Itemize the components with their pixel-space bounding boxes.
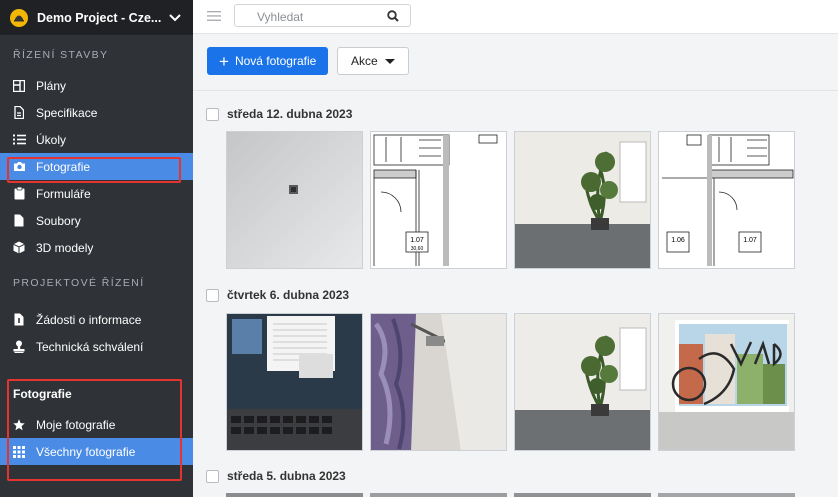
group-date: středa 5. dubna 2023 bbox=[227, 469, 346, 483]
plans-icon bbox=[12, 79, 26, 93]
actions-label: Akce bbox=[351, 54, 378, 68]
search-icon[interactable] bbox=[387, 10, 399, 25]
photo-thumbnail[interactable] bbox=[370, 493, 507, 497]
new-photo-button[interactable]: + Nová fotografie bbox=[207, 47, 328, 75]
project-name: Demo Project - Cze... bbox=[37, 10, 162, 25]
sidebar-item-forms[interactable]: Formuláře bbox=[0, 180, 193, 207]
group-select-checkbox[interactable] bbox=[206, 107, 219, 121]
plan-area-label: 30,60 bbox=[411, 246, 424, 252]
sidebar-item-my-photos[interactable]: Moje fotografie bbox=[0, 411, 193, 438]
sidebar-item-tasks[interactable]: Úkoly bbox=[0, 126, 193, 153]
sidebar-item-all-photos[interactable]: Všechny fotografie bbox=[0, 438, 193, 465]
caret-down-icon bbox=[384, 58, 395, 64]
forms-icon bbox=[12, 187, 26, 201]
star-icon bbox=[12, 418, 26, 432]
divider bbox=[193, 90, 838, 91]
actions-dropdown[interactable]: Akce bbox=[337, 47, 409, 75]
sidebar-item-label: Formuláře bbox=[36, 186, 91, 201]
files-icon bbox=[12, 214, 26, 228]
group-date: středa 12. dubna 2023 bbox=[227, 107, 353, 121]
plus-icon: + bbox=[219, 51, 229, 71]
photo-thumbnail[interactable] bbox=[514, 131, 651, 269]
plan-room-label: 1.07 bbox=[410, 237, 424, 244]
photos-section-heading: Fotografie bbox=[13, 387, 72, 401]
photo-thumbnail[interactable] bbox=[658, 313, 795, 451]
photo-group-header: středa 5. dubna 2023 bbox=[206, 469, 346, 483]
sidebar-item-label: Fotografie bbox=[36, 159, 91, 174]
tasks-icon bbox=[12, 133, 26, 147]
photo-thumbnail[interactable] bbox=[226, 131, 363, 269]
sidebar-item-specification[interactable]: Specifikace bbox=[0, 99, 193, 126]
sidebar-item-label: Soubory bbox=[36, 213, 81, 228]
project-switcher[interactable]: Demo Project - Cze... bbox=[0, 0, 193, 35]
rfi-icon bbox=[12, 313, 26, 327]
sidebar-item-label: Úkoly bbox=[36, 132, 67, 147]
sidebar-item-label: Všechny fotografie bbox=[36, 444, 136, 459]
photo-thumbnail[interactable]: 1.07 30,60 bbox=[370, 131, 507, 269]
group-select-checkbox[interactable] bbox=[206, 288, 219, 302]
cube-icon bbox=[12, 241, 26, 255]
photo-thumbnail[interactable] bbox=[514, 313, 651, 451]
grid-icon bbox=[12, 445, 26, 459]
sidebar-item-label: Technická schválení bbox=[36, 339, 144, 354]
section-construction-label: ŘÍZENÍ STAVBY bbox=[13, 49, 109, 61]
sidebar-item-files[interactable]: Soubory bbox=[0, 207, 193, 234]
sidebar-item-label: Specifikace bbox=[36, 105, 98, 120]
photo-group-header: středa 12. dubna 2023 bbox=[206, 107, 352, 121]
sidebar: Demo Project - Cze... ŘÍZENÍ STAVBY Plán… bbox=[0, 0, 193, 497]
plan-room-label: 1.06 bbox=[671, 237, 685, 244]
project-logo-icon bbox=[10, 8, 28, 27]
photo-thumbnail[interactable] bbox=[658, 493, 795, 497]
specification-icon bbox=[12, 106, 26, 120]
sidebar-item-rfi[interactable]: Žádosti o informace bbox=[0, 306, 193, 333]
photo-thumbnail[interactable] bbox=[226, 313, 363, 451]
group-select-checkbox[interactable] bbox=[206, 469, 219, 483]
section-project-label: PROJEKTOVÉ ŘÍZENÍ bbox=[13, 277, 145, 289]
sidebar-item-3d-models[interactable]: 3D modely bbox=[0, 234, 193, 261]
photo-thumbnail[interactable] bbox=[226, 493, 363, 497]
group-date: čtvrtek 6. dubna 2023 bbox=[227, 288, 350, 302]
camera-icon bbox=[12, 160, 26, 174]
search-input[interactable]: Vyhledat bbox=[234, 4, 411, 27]
search-placeholder: Vyhledat bbox=[257, 10, 304, 24]
plan-room-label: 1.07 bbox=[743, 237, 757, 244]
photo-thumbnail[interactable] bbox=[514, 493, 651, 497]
sidebar-item-plans[interactable]: Plány bbox=[0, 72, 193, 99]
photo-group-header: čtvrtek 6. dubna 2023 bbox=[206, 288, 349, 302]
sidebar-item-label: Moje fotografie bbox=[36, 417, 116, 432]
sidebar-item-label: 3D modely bbox=[36, 240, 94, 255]
sidebar-item-label: Žádosti o informace bbox=[36, 312, 142, 327]
top-bar: Vyhledat bbox=[193, 0, 838, 34]
approval-icon bbox=[12, 340, 26, 354]
new-photo-label: Nová fotografie bbox=[234, 54, 317, 68]
hamburger-menu-icon[interactable] bbox=[207, 10, 221, 22]
sidebar-item-approvals[interactable]: Technická schválení bbox=[0, 333, 193, 360]
chevron-down-icon[interactable] bbox=[167, 10, 183, 26]
photo-thumbnail[interactable] bbox=[370, 313, 507, 451]
sidebar-item-label: Plány bbox=[36, 78, 67, 93]
sidebar-item-photos[interactable]: Fotografie bbox=[0, 153, 193, 180]
photo-thumbnail[interactable]: 1.06 1.07 bbox=[658, 131, 795, 269]
